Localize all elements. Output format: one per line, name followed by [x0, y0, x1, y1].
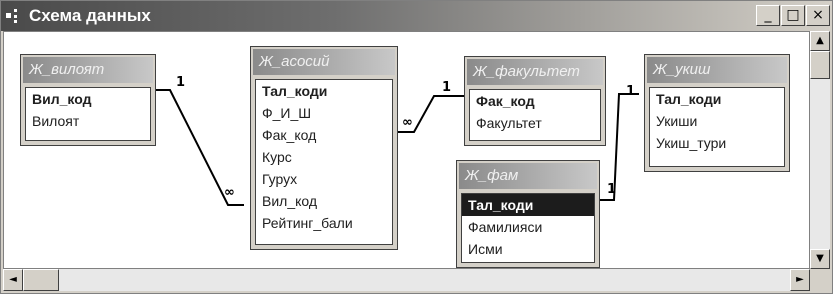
- field-list: Тал_коди Фамилияси Исми: [461, 193, 595, 263]
- close-button[interactable]: ×: [806, 5, 830, 26]
- relation-one-label: 1: [626, 84, 636, 99]
- scroll-up-button[interactable]: ▲: [810, 31, 830, 51]
- field-item[interactable]: Курс: [256, 146, 392, 168]
- table-asosiy[interactable]: Ж_асосий Тал_коди Ф_И_Ш Фак_код Курс Гур…: [250, 46, 398, 250]
- scroll-left-button[interactable]: ◄: [3, 269, 23, 291]
- table-title[interactable]: Ж_вилоят: [23, 57, 153, 83]
- vertical-scrollbar[interactable]: ▲ ▼: [810, 31, 830, 269]
- relationships-window: Схема данных _ □ × 1 ∞ ∞ 1 1 1 Ж_вилоят …: [0, 0, 833, 294]
- field-item[interactable]: Фамилияси: [462, 216, 594, 238]
- vertical-scroll-thumb[interactable]: [810, 51, 830, 79]
- resize-grip[interactable]: [810, 269, 830, 291]
- scroll-down-button[interactable]: ▼: [810, 249, 830, 269]
- field-list: Фак_код Факультет: [469, 89, 601, 141]
- field-item[interactable]: Гурух: [256, 168, 392, 190]
- field-item[interactable]: Укиш_тури: [650, 132, 784, 154]
- field-list: Тал_коди Ф_И_Ш Фак_код Курс Гурух Вил_ко…: [255, 79, 393, 245]
- relation-one-label: 1: [176, 75, 186, 90]
- window-title: Схема данных: [29, 6, 151, 25]
- field-item[interactable]: Ф_И_Ш: [256, 102, 392, 124]
- table-vilоyat[interactable]: Ж_вилоят Вил_код Вилоят: [20, 54, 156, 146]
- minimize-button[interactable]: _: [756, 5, 780, 26]
- relation-many-label: ∞: [224, 185, 235, 200]
- field-item-selected[interactable]: Тал_коди: [462, 194, 594, 216]
- table-title[interactable]: Ж_фам: [459, 163, 597, 189]
- table-title[interactable]: Ж_асосий: [253, 49, 395, 75]
- horizontal-scrollbar[interactable]: ◄ ►: [3, 269, 810, 291]
- field-list: Тал_коди Укиши Укиш_тури: [649, 87, 785, 167]
- field-item[interactable]: Фак_код: [256, 124, 392, 146]
- table-fakultet[interactable]: Ж_факультет Фак_код Факультет: [464, 56, 606, 146]
- relation-one-label: 1: [442, 80, 452, 95]
- table-title[interactable]: Ж_укиш: [647, 57, 787, 83]
- field-list: Вил_код Вилоят: [25, 87, 151, 141]
- field-item[interactable]: Фак_код: [470, 90, 600, 112]
- field-item[interactable]: Тал_коди: [256, 80, 392, 102]
- relation-many-label: ∞: [402, 115, 413, 130]
- maximize-button[interactable]: □: [781, 5, 805, 26]
- relation-one-label: 1: [607, 182, 617, 197]
- diagram-canvas[interactable]: 1 ∞ ∞ 1 1 1 Ж_вилоят Вил_код Вилоят Ж_ас…: [3, 31, 810, 269]
- field-item[interactable]: Исми: [462, 238, 594, 260]
- scroll-right-button[interactable]: ►: [790, 269, 810, 291]
- field-item[interactable]: Вил_код: [256, 190, 392, 212]
- field-item[interactable]: Вилоят: [26, 110, 150, 132]
- field-item[interactable]: Тал_коди: [650, 88, 784, 110]
- title-bar[interactable]: Схема данных _ □ ×: [1, 1, 832, 31]
- field-item[interactable]: Укиши: [650, 110, 784, 132]
- field-item[interactable]: Факультет: [470, 112, 600, 134]
- table-fam[interactable]: Ж_фам Тал_коди Фамилияси Исми: [456, 160, 600, 268]
- field-item[interactable]: Вил_код: [26, 88, 150, 110]
- horizontal-scroll-thumb[interactable]: [23, 269, 59, 291]
- table-title[interactable]: Ж_факультет: [467, 59, 603, 85]
- relationships-icon: [6, 9, 24, 23]
- field-item[interactable]: Рейтинг_бали: [256, 212, 392, 234]
- table-ukish[interactable]: Ж_укиш Тал_коди Укиши Укиш_тури: [644, 54, 790, 172]
